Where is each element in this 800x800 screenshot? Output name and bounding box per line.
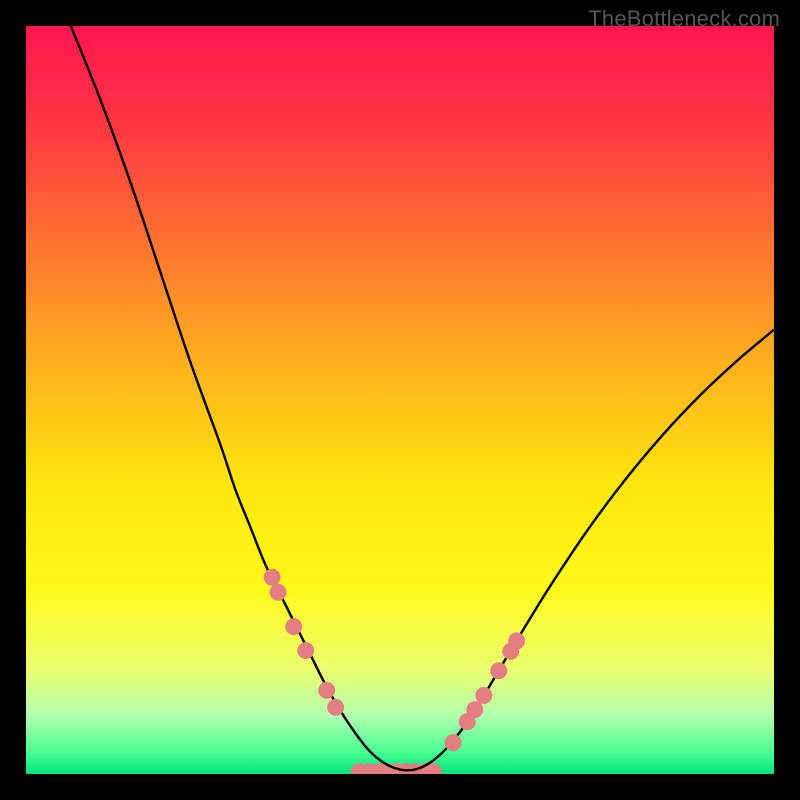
curve-marker [297, 642, 314, 659]
curve-marker [466, 701, 483, 718]
watermark-text: TheBottleneck.com [588, 6, 780, 32]
curve-marker [508, 632, 525, 649]
curve-marker [327, 699, 344, 716]
chart-outer-frame: TheBottleneck.com [0, 0, 800, 800]
plot-area [26, 26, 774, 774]
curve-marker [318, 682, 335, 699]
curve-marker [270, 584, 287, 601]
curve-marker [490, 662, 507, 679]
curve-marker [475, 687, 492, 704]
chart-svg [26, 26, 774, 774]
curve-marker [285, 618, 302, 635]
chart-background [26, 26, 774, 774]
curve-marker [445, 734, 462, 751]
curve-marker [264, 569, 281, 586]
